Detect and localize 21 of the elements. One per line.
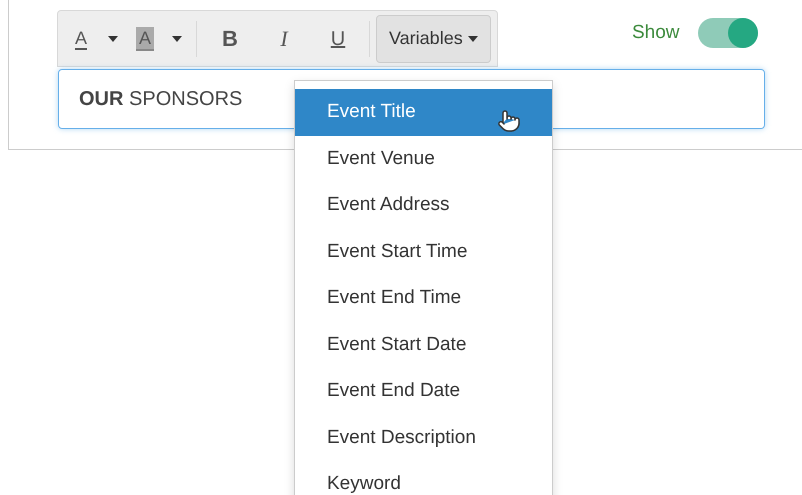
show-label: Show: [632, 20, 680, 45]
menu-item[interactable]: Event End Time: [295, 275, 552, 322]
caret-icon: [172, 36, 182, 42]
menu-item[interactable]: Event Title: [295, 89, 552, 136]
caret-icon: [468, 36, 478, 42]
variables-button[interactable]: Variables: [376, 14, 491, 62]
font-color-button[interactable]: A: [64, 18, 98, 58]
bold-button[interactable]: B: [205, 18, 255, 58]
italic-button[interactable]: I: [259, 18, 309, 58]
menu-item[interactable]: Event End Date: [295, 368, 552, 414]
caret-icon: [108, 36, 118, 42]
underline-button[interactable]: U: [313, 18, 363, 58]
hand-cursor-icon: [497, 109, 521, 133]
menu-item[interactable]: Keyword: [295, 461, 552, 495]
menu-item[interactable]: Event Start Date: [295, 322, 552, 368]
menu-item[interactable]: Event Description: [295, 414, 552, 461]
menu-item[interactable]: Event Address: [295, 182, 552, 228]
menu-item[interactable]: Event Start Time: [295, 228, 552, 275]
menu-item[interactable]: Event Venue: [295, 136, 552, 182]
show-toggle[interactable]: [698, 18, 758, 48]
editor-text: OUR SPONSORS: [79, 87, 242, 112]
